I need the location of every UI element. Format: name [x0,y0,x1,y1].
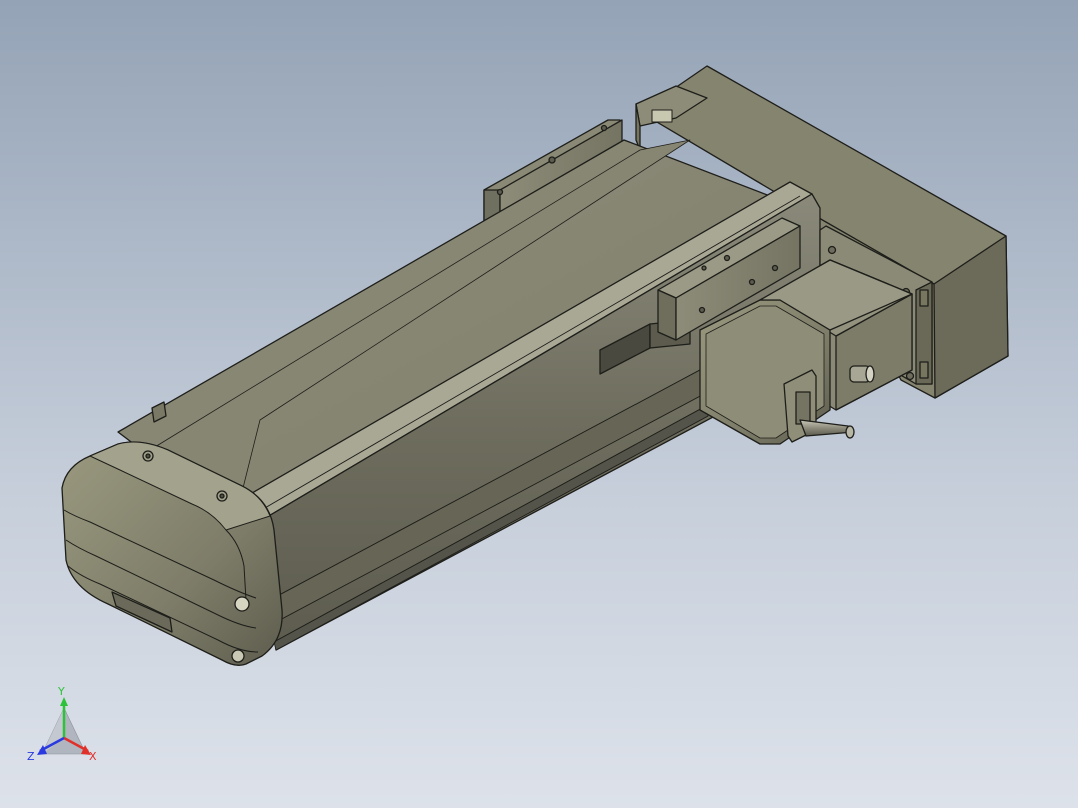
triad-graphic [37,697,91,755]
z-axis-label: Z [27,750,35,763]
orientation-triad: Y X Z [24,685,114,778]
y-axis-label: Y [58,685,65,698]
cad-viewport[interactable]: Y X Z [0,0,1078,808]
x-axis-label: X [89,750,97,763]
linear-actuator-model[interactable] [0,0,1078,808]
